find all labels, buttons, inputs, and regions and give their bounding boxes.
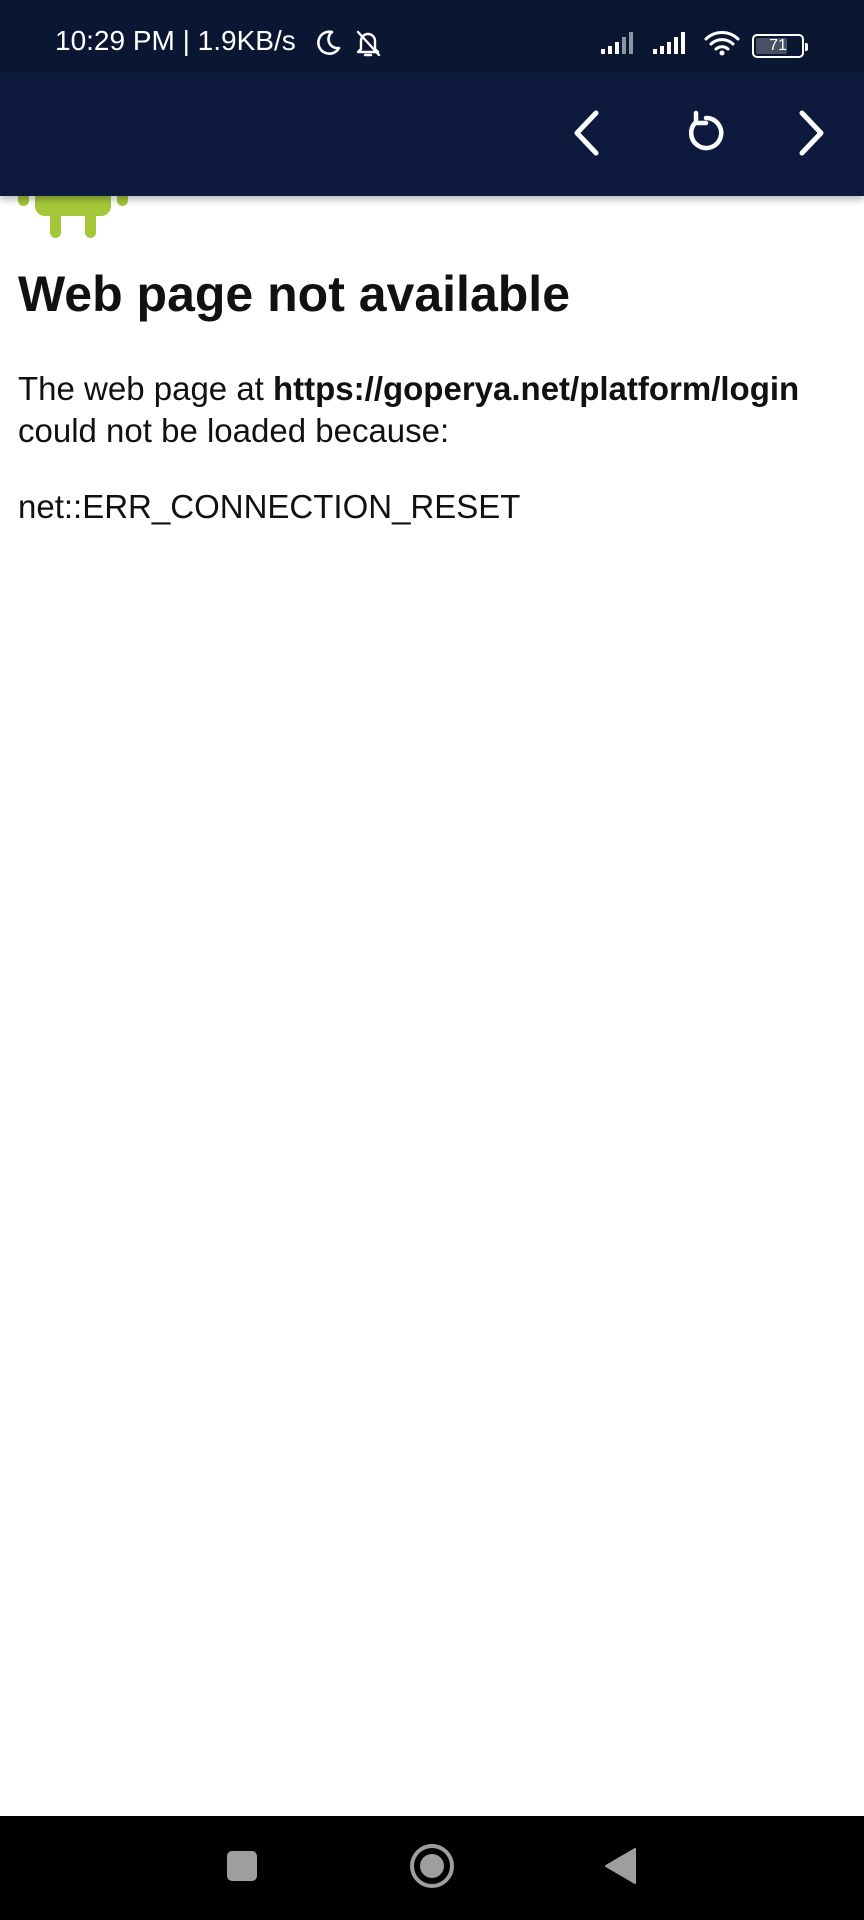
bell-off-icon (353, 28, 383, 63)
forward-button[interactable] (776, 100, 846, 170)
back-button[interactable] (552, 100, 622, 170)
page-title: Web page not available (18, 266, 571, 322)
web-content: Web page not available The web page at h… (0, 196, 864, 1816)
status-time: 10:29 PM | 1.9KB/s (55, 25, 296, 56)
system-back-button[interactable] (591, 1838, 651, 1898)
status-left-icons (313, 28, 383, 63)
home-button[interactable] (402, 1838, 462, 1898)
error-message: The web page at https://goperya.net/plat… (18, 368, 858, 452)
back-icon (601, 1846, 641, 1891)
signal-icon (652, 31, 692, 60)
failed-url: https://goperya.net/platform/login (273, 370, 800, 407)
system-nav-bar (0, 1816, 864, 1920)
browser-toolbar (0, 73, 864, 196)
status-right-icons: 71 (600, 30, 808, 61)
recents-button[interactable] (212, 1838, 272, 1898)
reload-icon (680, 108, 730, 163)
message-suffix: could not be loaded because: (18, 412, 450, 449)
battery-level: 71 (769, 36, 787, 54)
battery-icon: 71 (752, 33, 808, 58)
chevron-right-icon (791, 108, 831, 163)
android-robot-icon (18, 196, 128, 246)
error-code: net::ERR_CONNECTION_RESET (18, 488, 521, 525)
status-bar: 10:29 PM | 1.9KB/s 71 (0, 0, 864, 73)
wifi-icon (704, 30, 740, 61)
home-icon (408, 1842, 456, 1895)
reload-button[interactable] (670, 100, 740, 170)
moon-icon (313, 28, 343, 63)
signal-icon (600, 31, 640, 60)
chevron-left-icon (567, 108, 607, 163)
message-prefix: The web page at (18, 370, 274, 407)
recents-icon (224, 1848, 260, 1889)
